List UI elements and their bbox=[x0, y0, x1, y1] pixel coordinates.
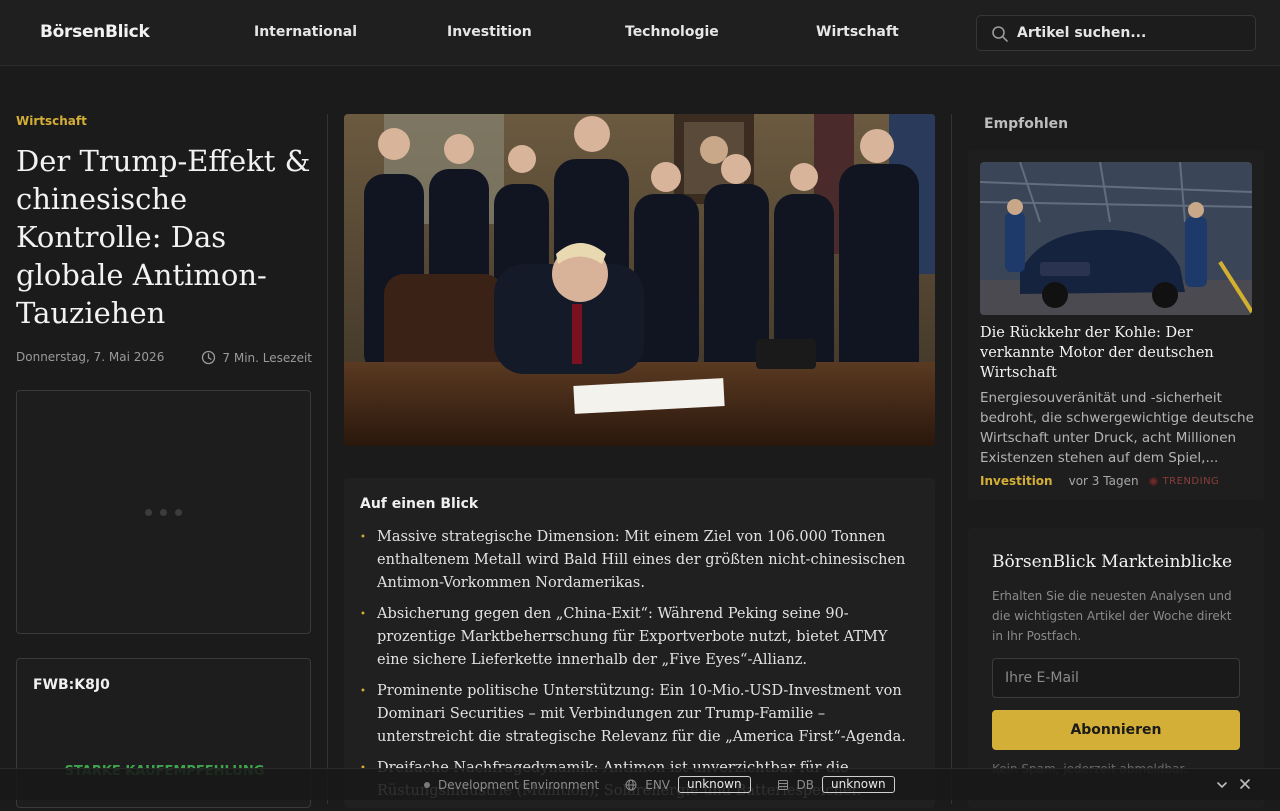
close-icon[interactable] bbox=[1238, 777, 1252, 791]
search-icon bbox=[992, 26, 1008, 42]
search-input[interactable] bbox=[1017, 22, 1247, 44]
site-logo[interactable]: BörsenBlick bbox=[40, 22, 150, 42]
email-field[interactable] bbox=[992, 658, 1240, 698]
recommended-image[interactable] bbox=[980, 162, 1252, 315]
ad-placeholder bbox=[16, 390, 311, 634]
signing-photo bbox=[344, 114, 935, 446]
article-title: Der Trump-Effekt & chinesische Kontrolle… bbox=[16, 144, 311, 330]
recommended-heading: Empfohlen bbox=[984, 116, 1069, 132]
trending-badge: TRENDING bbox=[1148, 475, 1220, 487]
recommended-title[interactable]: Die Rückkehr der Kohle: Der verkannte Mo… bbox=[980, 323, 1240, 383]
glance-item: Absicherung gegen den „China-Exit“: Währ… bbox=[360, 603, 915, 672]
glance-item: Prominente politische Unterstützung: Ein… bbox=[360, 680, 915, 749]
nav-item-international[interactable]: International bbox=[254, 24, 357, 40]
nav-item-wirtschaft[interactable]: Wirtschaft bbox=[816, 24, 899, 40]
dev-info: Development Environment ENV unknown DB u… bbox=[424, 776, 895, 793]
clock-icon bbox=[202, 350, 216, 365]
recommended-excerpt: Energiesouveränität und -sicherheit bedr… bbox=[980, 390, 1254, 466]
dev-env-label: Development Environment bbox=[438, 777, 600, 792]
column-divider bbox=[327, 114, 328, 804]
nav-item-investition[interactable]: Investition bbox=[447, 24, 532, 40]
status-dot-icon bbox=[424, 781, 430, 788]
read-time-label: 7 Min. Lesezeit bbox=[222, 350, 312, 365]
nav-item-technologie[interactable]: Technologie bbox=[625, 24, 719, 40]
db-label: DB bbox=[796, 777, 815, 792]
dev-environment-bar: Development Environment ENV unknown DB u… bbox=[0, 768, 1280, 800]
glance-item: Massive strategische Dimension: Mit eine… bbox=[360, 526, 915, 595]
loading-dots bbox=[145, 509, 182, 516]
search-box[interactable] bbox=[976, 15, 1256, 51]
recommended-meta: Investition vor 3 Tagen TRENDING bbox=[980, 474, 1256, 488]
car-factory-photo bbox=[980, 162, 1252, 315]
trending-label: TRENDING bbox=[1162, 475, 1220, 487]
newsletter-text: Erhalten Sie die neuesten Analysen und d… bbox=[992, 589, 1232, 643]
article-meta: Donnerstag, 7. Mai 2026 7 Min. Lesezeit bbox=[16, 350, 312, 365]
article-header: Wirtschaft Der Trump-Effekt & chinesisch… bbox=[16, 114, 312, 365]
globe-icon bbox=[625, 779, 637, 790]
subscribe-button[interactable]: Abonnieren bbox=[992, 710, 1240, 750]
hero-image bbox=[344, 114, 935, 446]
recommended-card[interactable]: Die Rückkehr der Kohle: Der verkannte Mo… bbox=[968, 150, 1264, 500]
env-label: ENV bbox=[645, 777, 671, 792]
article-category[interactable]: Wirtschaft bbox=[16, 114, 312, 128]
recommended-time: vor 3 Tagen bbox=[1068, 474, 1139, 488]
column-divider bbox=[951, 114, 952, 804]
stock-ticker: FWB:K8J0 bbox=[33, 677, 110, 693]
newsletter-card: BörsenBlick Markteinblicke Erhalten Sie … bbox=[968, 528, 1264, 808]
db-value: unknown bbox=[822, 776, 895, 793]
env-value: unknown bbox=[678, 776, 751, 793]
chevron-down-icon[interactable] bbox=[1215, 778, 1229, 792]
trending-icon bbox=[1148, 476, 1158, 486]
read-time: 7 Min. Lesezeit bbox=[201, 350, 312, 365]
newsletter-title: BörsenBlick Markteinblicke bbox=[992, 552, 1233, 572]
article-date: Donnerstag, 7. Mai 2026 bbox=[16, 350, 165, 364]
site-header: BörsenBlick International Investition Te… bbox=[0, 0, 1280, 66]
at-a-glance-box: Auf einen Blick Massive strategische Dim… bbox=[344, 478, 935, 808]
glance-title: Auf einen Blick bbox=[360, 496, 479, 512]
recommended-category[interactable]: Investition bbox=[980, 474, 1053, 488]
database-icon bbox=[777, 779, 788, 790]
